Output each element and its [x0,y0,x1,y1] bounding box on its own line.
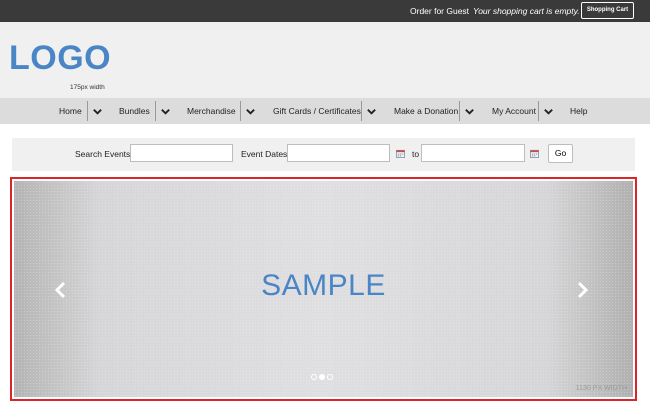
carousel-dot-3[interactable] [327,374,333,380]
top-bar: Order for Guest Your shopping cart is em… [0,0,650,22]
nav-item-my-account[interactable]: My Account [492,106,536,116]
event-search-bar: Search Events Event Dates to Go [12,138,635,171]
event-date-from-input[interactable] [287,144,390,162]
event-dates-label: Event Dates [241,149,288,159]
chevron-down-icon[interactable] [366,106,377,117]
go-button[interactable]: Go [548,144,573,163]
nav-divider [155,101,156,121]
banner-width-note: 1130 PX WIDTH [575,385,627,392]
carousel-dot-2[interactable] [319,374,325,380]
header: LOGO 175px width [0,22,650,98]
shopping-cart-button[interactable]: Shopping Cart [581,2,634,19]
chevron-right-icon[interactable] [575,281,589,299]
nav-item-bundles[interactable]: Bundles [119,106,150,116]
order-for-guest-label: Order for Guest [410,6,470,16]
chevron-down-icon[interactable] [160,106,171,117]
calendar-icon[interactable] [396,149,405,158]
carousel-dot-1[interactable] [311,374,317,380]
chevron-down-icon[interactable] [543,106,554,117]
nav-divider [538,101,539,121]
event-date-to-input[interactable] [421,144,525,162]
logo-width-note: 175px width [70,84,105,91]
search-events-input[interactable] [130,144,233,162]
date-range-to-label: to [412,149,420,159]
nav-divider [240,101,241,121]
nav-divider [361,101,362,121]
chevron-down-icon[interactable] [92,106,103,117]
chevron-down-icon[interactable] [464,106,475,117]
calendar-icon[interactable] [530,149,539,158]
chevron-down-icon[interactable] [245,106,256,117]
nav-item-gift-cards[interactable]: Gift Cards / Certificates [273,106,361,116]
nav-item-home[interactable]: Home [59,106,82,116]
sample-text: SAMPLE [261,269,386,302]
chevron-left-icon[interactable] [54,281,68,299]
nav-item-make-a-donation[interactable]: Make a Donation [394,106,458,116]
logo[interactable]: LOGO [9,39,111,78]
nav-item-merchandise[interactable]: Merchandise [187,106,236,116]
nav-divider [87,101,88,121]
carousel-slide[interactable]: SAMPLE 1130 PX WIDTH [14,181,633,397]
search-events-label: Search Events [75,149,131,159]
main-nav: Home Bundles Merchandise Gift Cards / Ce… [0,98,650,124]
cart-status-text: Your shopping cart is empty. [473,6,580,16]
nav-item-help[interactable]: Help [570,106,587,116]
nav-divider [459,101,460,121]
hero-carousel: SAMPLE 1130 PX WIDTH [10,177,637,401]
